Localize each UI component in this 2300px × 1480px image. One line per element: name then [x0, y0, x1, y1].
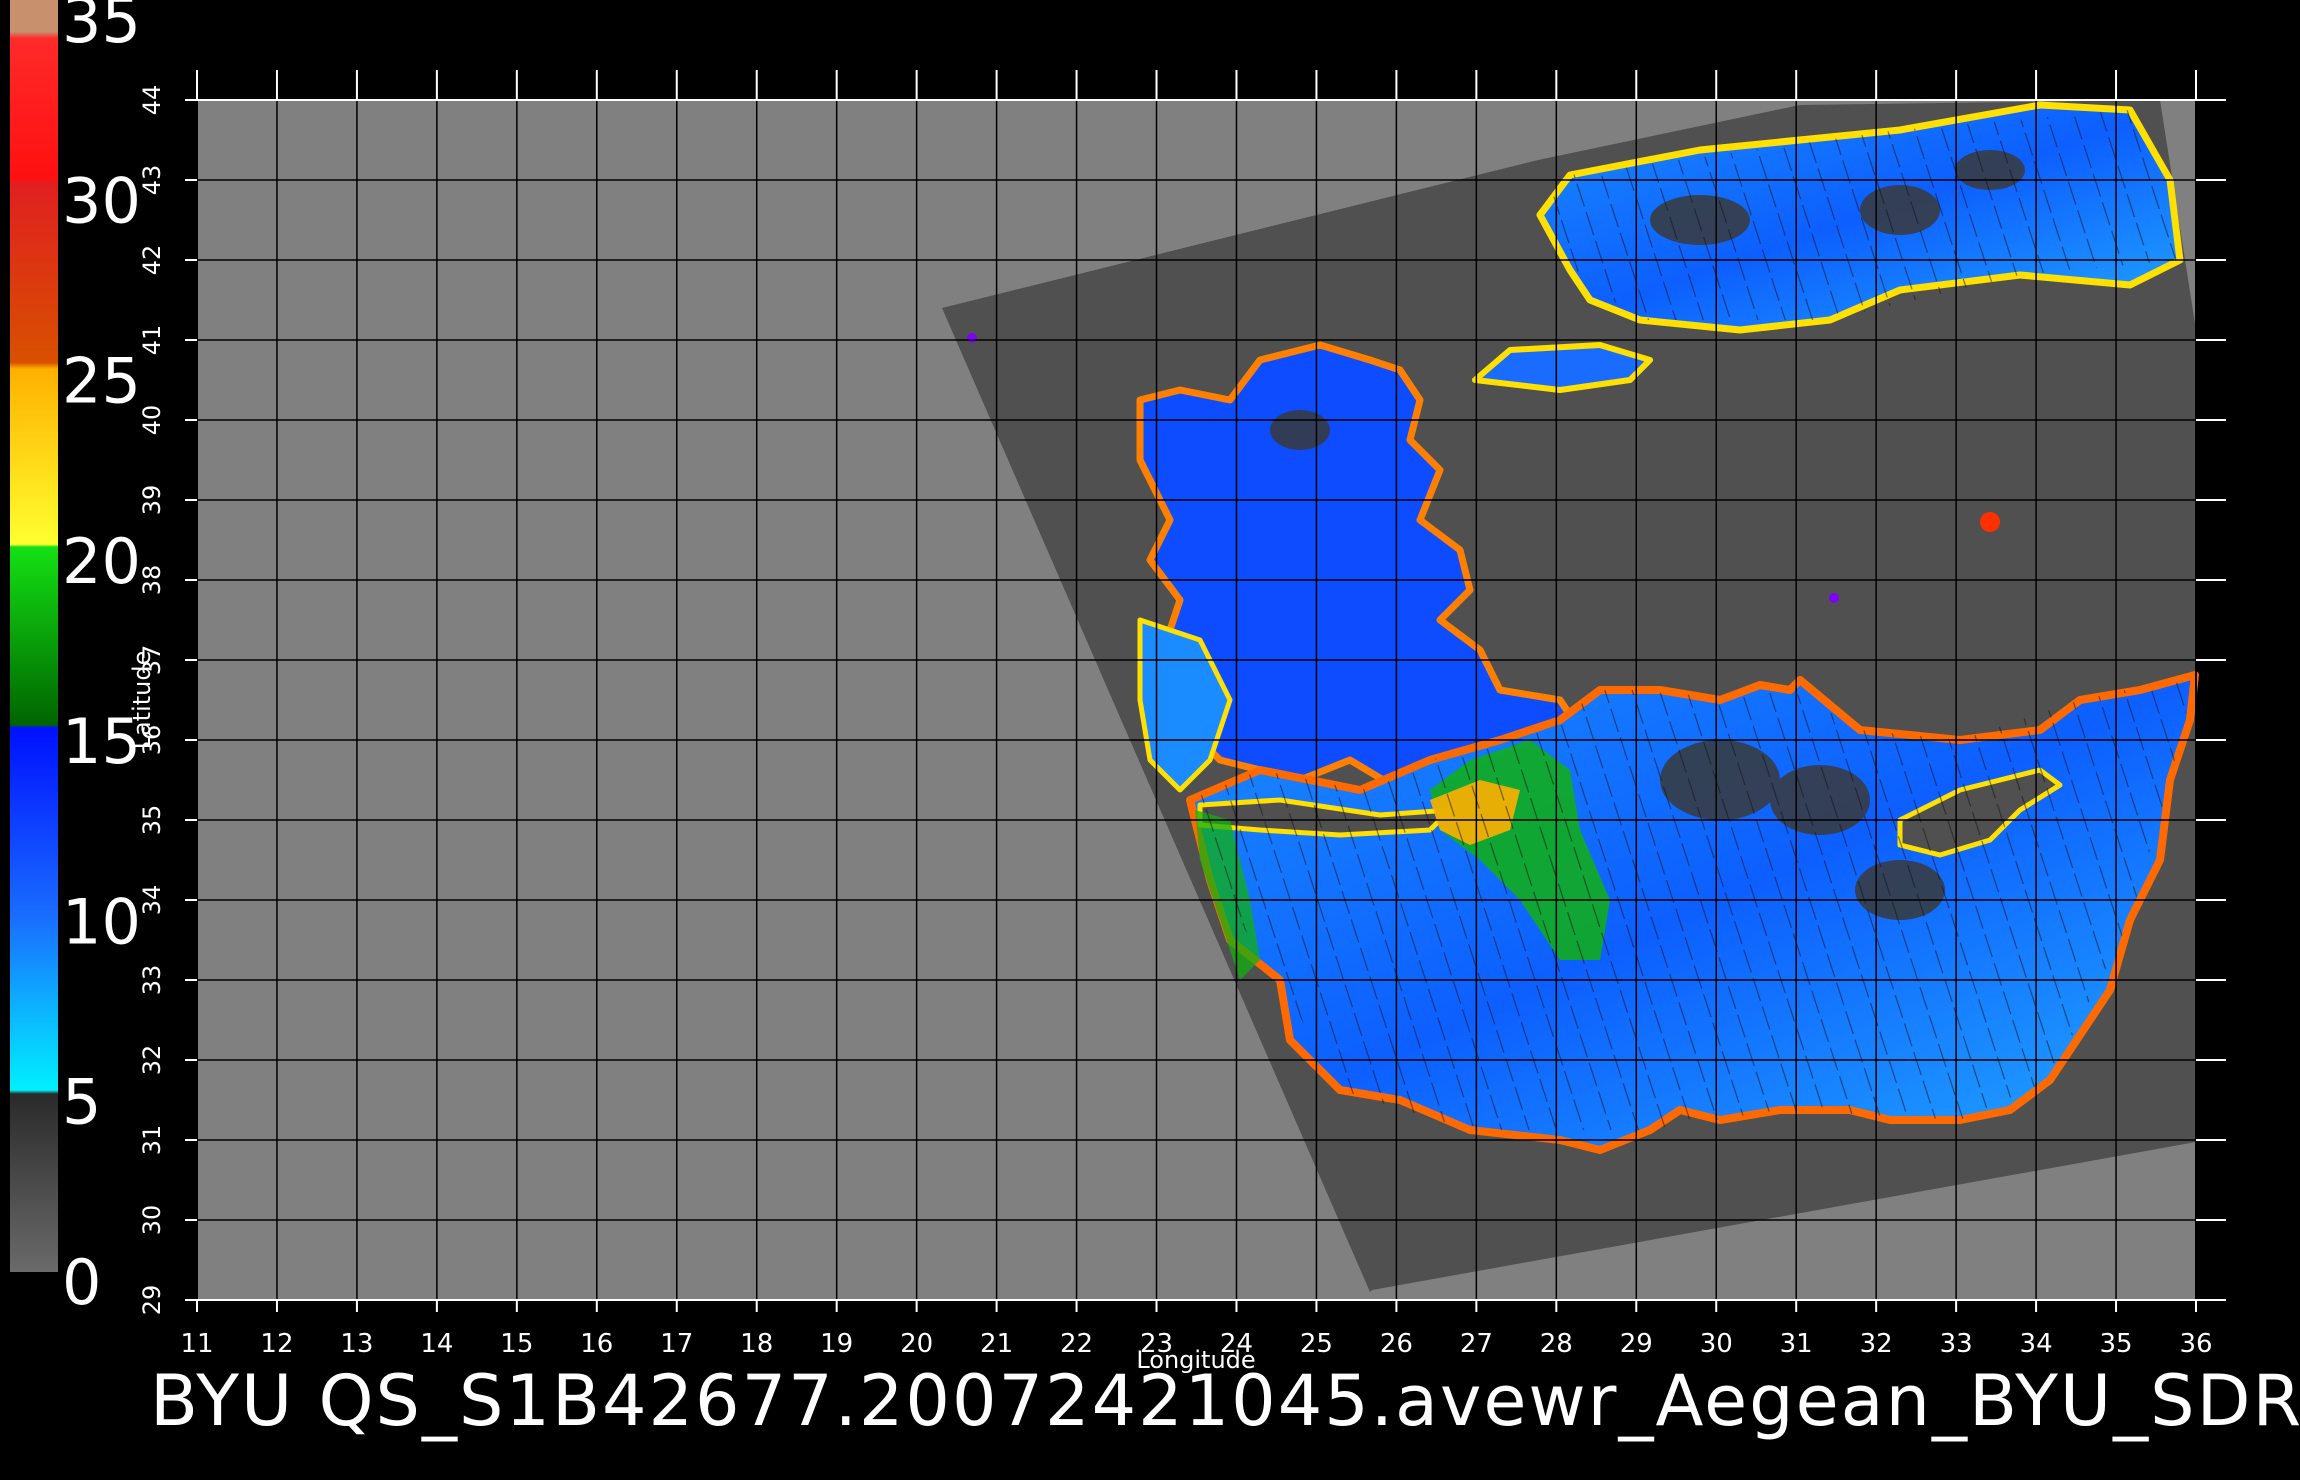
wind-map-figure: 0 5 10 15 20 25 30 35 11 12 13 14 15 16 17 18 1…	[10, 0, 2226, 1374]
lat-tick-label: 41	[138, 325, 166, 356]
lon-tick-label: 11	[180, 1329, 213, 1359]
lon-tick-label: 18	[740, 1329, 773, 1359]
colorbar-label: 30	[62, 164, 141, 237]
lon-tick-label: 15	[500, 1329, 533, 1359]
lon-tick-label: 21	[980, 1329, 1013, 1359]
speck-marker	[1980, 512, 2000, 532]
colorbar-label: 35	[62, 0, 141, 57]
lon-tick-label: 14	[420, 1329, 453, 1359]
colorbar-label: 25	[62, 345, 141, 418]
lat-tick-label: 44	[138, 85, 166, 116]
lat-tick-label: 34	[138, 885, 166, 916]
colorbar: 05101520253035	[10, 0, 141, 1319]
lon-tick-label: 17	[660, 1329, 693, 1359]
lat-tick-label: 29	[138, 1285, 166, 1316]
lat-tick-label: 43	[138, 165, 166, 196]
lon-tick-label: 12	[260, 1329, 293, 1359]
map-plot: 11 12 13 14 15 16 17 18 19 20 21 22 23 24 25 26 27 28 29 30…	[128, 70, 2226, 1374]
lon-tick-label: 33	[1940, 1329, 1973, 1359]
lat-tick-label: 35	[138, 805, 166, 836]
lon-tick-label: 19	[820, 1329, 853, 1359]
speck-marker	[967, 333, 977, 343]
colorbar-label: 10	[62, 885, 141, 958]
lat-tick-label: 32	[138, 1045, 166, 1076]
lon-tick-label: 27	[1460, 1329, 1493, 1359]
lon-tick-label: 13	[340, 1329, 373, 1359]
speck-marker	[1829, 593, 1839, 603]
lon-tick-label: 29	[1620, 1329, 1653, 1359]
lon-tick-label: 16	[580, 1329, 613, 1359]
colorbar-label: 0	[62, 1246, 101, 1319]
y-axis-label: Latitude	[128, 651, 156, 750]
lat-tick-label: 42	[138, 245, 166, 276]
lon-tick-label: 35	[2099, 1329, 2132, 1359]
lon-tick-label: 26	[1380, 1329, 1413, 1359]
lon-tick-label: 36	[2179, 1329, 2212, 1359]
lon-tick-label: 34	[2020, 1329, 2053, 1359]
lon-tick-label: 25	[1300, 1329, 1333, 1359]
lon-tick-label: 32	[1860, 1329, 1893, 1359]
lat-tick-label: 30	[138, 1205, 166, 1236]
lon-tick-label: 20	[900, 1329, 933, 1359]
lon-tick-label: 31	[1780, 1329, 1813, 1359]
lon-tick-label: 30	[1700, 1329, 1733, 1359]
colorbar-label: 5	[62, 1066, 101, 1139]
lat-tick-label: 31	[138, 1125, 166, 1156]
lat-tick-label: 33	[138, 965, 166, 996]
lon-tick-label: 22	[1060, 1329, 1093, 1359]
lat-tick-label: 38	[138, 565, 166, 596]
colorbar-gradient	[10, 0, 58, 1272]
lon-tick-label: 28	[1540, 1329, 1573, 1359]
lat-tick-label: 39	[138, 485, 166, 516]
figure-caption: BYU QS_S1B42677.20072421045.avewr_Aegean…	[150, 1360, 2300, 1442]
colorbar-label: 20	[62, 525, 141, 598]
lat-tick-label: 40	[138, 405, 166, 436]
